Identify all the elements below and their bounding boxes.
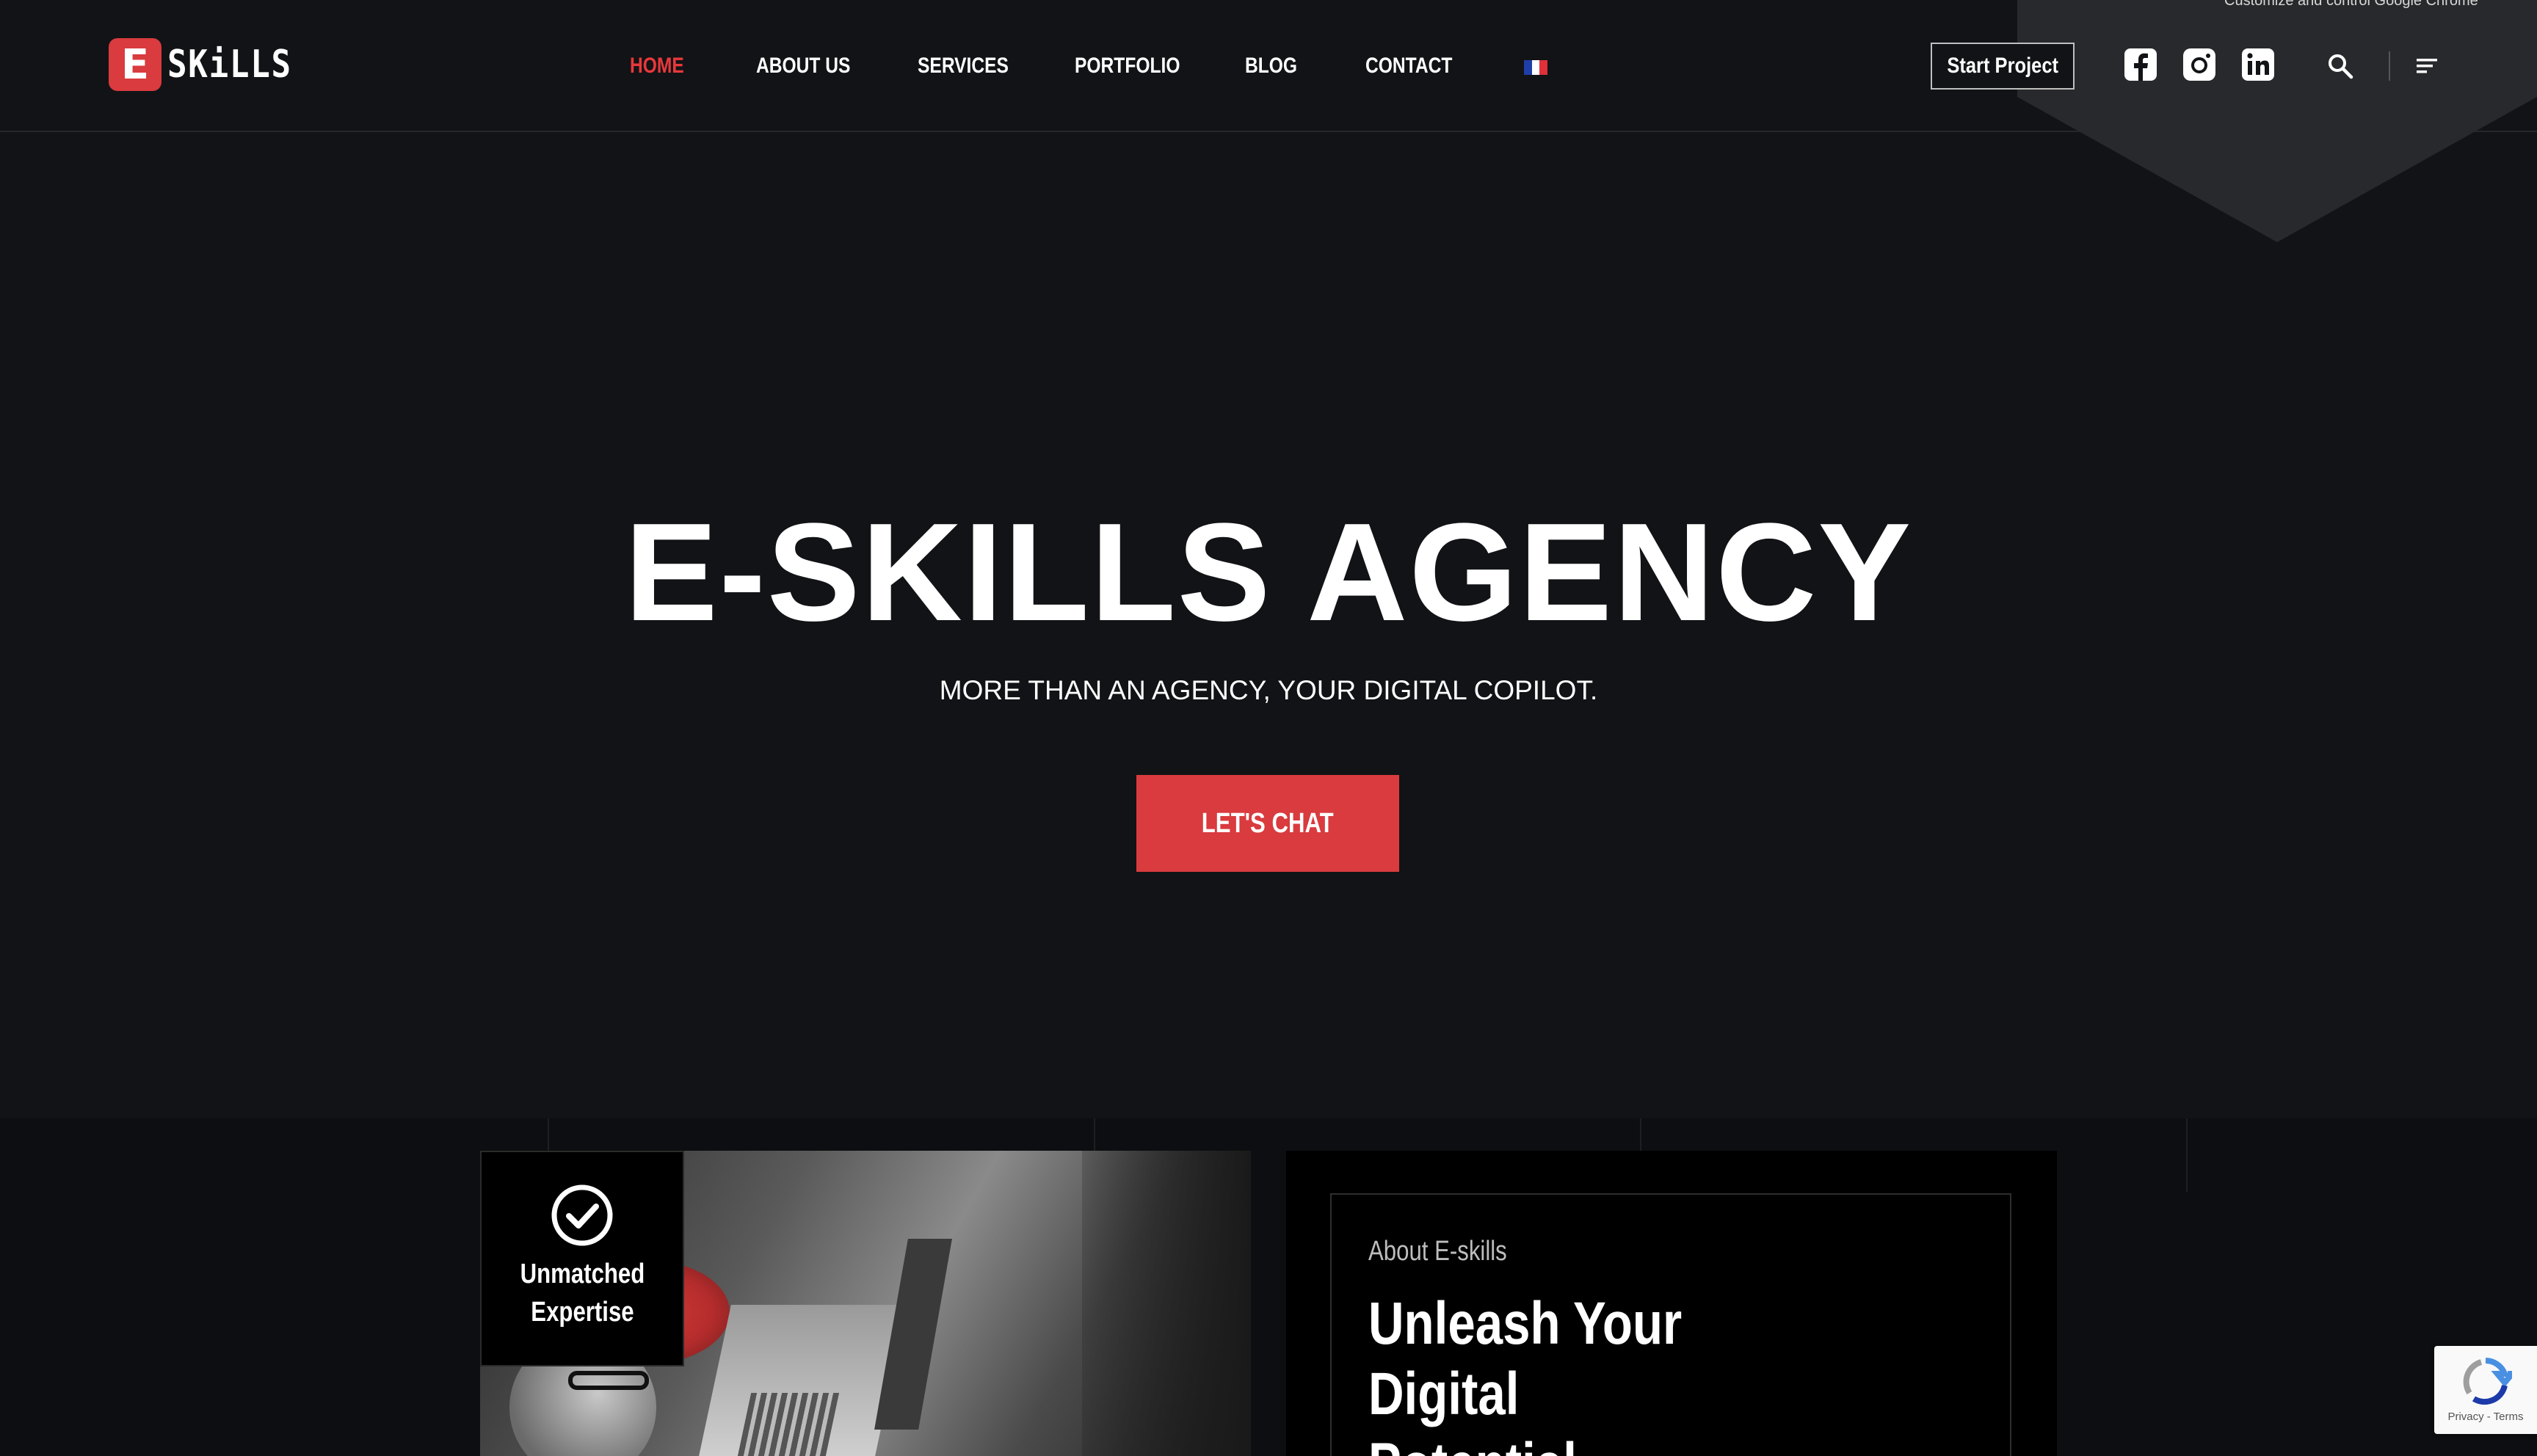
photo-shadow — [1082, 1151, 1251, 1456]
recaptcha-badge[interactable]: Privacy - Terms — [2434, 1346, 2537, 1434]
about-panel: About E-skills Unleash Your Digital Pote… — [1286, 1151, 2057, 1456]
header-divider — [2389, 51, 2390, 81]
recaptcha-icon — [2463, 1358, 2512, 1405]
photo-glasses — [568, 1371, 649, 1390]
recaptcha-footer[interactable]: Privacy - Terms — [2434, 1410, 2537, 1423]
about-section — [0, 1118, 2537, 1456]
hero-subtitle: MORE THAN AN AGENCY, YOUR DIGITAL COPILO… — [939, 675, 1598, 705]
about-title-line-2: Potential — [1368, 1430, 1790, 1456]
about-kicker: About E-skills — [1368, 1236, 1507, 1267]
lets-chat-label: LET'S CHAT — [1202, 807, 1334, 839]
linkedin-icon[interactable] — [2240, 47, 2276, 82]
grid-divider — [2186, 1118, 2188, 1192]
instagram-icon[interactable] — [2182, 47, 2217, 82]
expertise-text: Unmatched Expertise — [520, 1255, 645, 1331]
checkmark-circle-icon — [551, 1184, 613, 1246]
french-flag-icon[interactable] — [1524, 60, 1548, 75]
expertise-line-2: Expertise — [530, 1297, 634, 1328]
menu-icon[interactable] — [2415, 54, 2440, 78]
nav-blog[interactable]: BLOG — [1245, 48, 1297, 84]
lets-chat-button[interactable]: LET'S CHAT — [1136, 775, 1399, 872]
nav-services[interactable]: SERVICES — [918, 48, 1009, 84]
expertise-line-1: Unmatched — [520, 1259, 645, 1289]
start-project-label: Start Project — [1947, 54, 2058, 78]
page: Customize and control Google Chrome E SK… — [0, 0, 2537, 1456]
chrome-tooltip: Customize and control Google Chrome — [2224, 0, 2478, 9]
start-project-button[interactable]: Start Project — [1931, 43, 2075, 90]
nav-home[interactable]: HOME — [630, 48, 684, 84]
nav-portfolio[interactable]: PORTFOLIO — [1075, 48, 1180, 84]
about-title-line-1: Unleash Your Digital — [1368, 1290, 1683, 1427]
hero-title: E-SKILLS AGENCY — [624, 495, 1913, 650]
search-icon[interactable] — [2326, 51, 2355, 81]
photo-keyboard — [737, 1393, 840, 1456]
site-header: Customize and control Google Chrome E SK… — [0, 0, 2537, 242]
about-title: Unleash Your Digital Potential — [1368, 1289, 1790, 1456]
facebook-icon[interactable] — [2123, 47, 2158, 82]
chrome-menu-highlight — [2017, 0, 2537, 242]
nav-contact[interactable]: CONTACT — [1365, 48, 1452, 84]
expertise-badge: Unmatched Expertise — [480, 1151, 684, 1366]
nav-about-us[interactable]: ABOUT US — [756, 48, 850, 84]
about-card: About E-skills Unleash Your Digital Pote… — [1330, 1193, 2011, 1456]
